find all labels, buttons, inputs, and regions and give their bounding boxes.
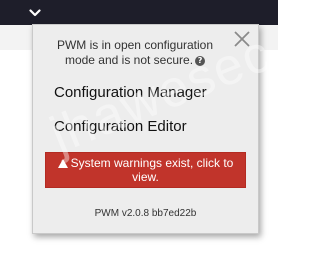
- system-warnings-label: System warnings exist, click to view.: [70, 156, 234, 184]
- configuration-manager-link[interactable]: Configuration Manager: [54, 84, 207, 101]
- close-icon[interactable]: [232, 29, 252, 49]
- security-message: PWM is in open configuration mode and is…: [47, 38, 223, 68]
- configuration-editor-link[interactable]: Configuration Editor: [54, 118, 187, 135]
- version-label: PWM v2.0.8 bb7ed22b: [94, 208, 197, 219]
- screen: PWM is in open configuration mode and is…: [0, 0, 278, 254]
- question-circle-icon[interactable]: ?: [195, 55, 206, 66]
- security-message-text: PWM is in open configuration mode and is…: [56, 38, 214, 67]
- config-mode-dialog: PWM is in open configuration mode and is…: [32, 24, 259, 234]
- chevron-down-icon[interactable]: [29, 9, 41, 17]
- system-warnings-button[interactable]: System warnings exist, click to view.: [45, 152, 246, 188]
- top-navigation-bar: [0, 0, 278, 25]
- warning-triangle-icon: [57, 159, 68, 168]
